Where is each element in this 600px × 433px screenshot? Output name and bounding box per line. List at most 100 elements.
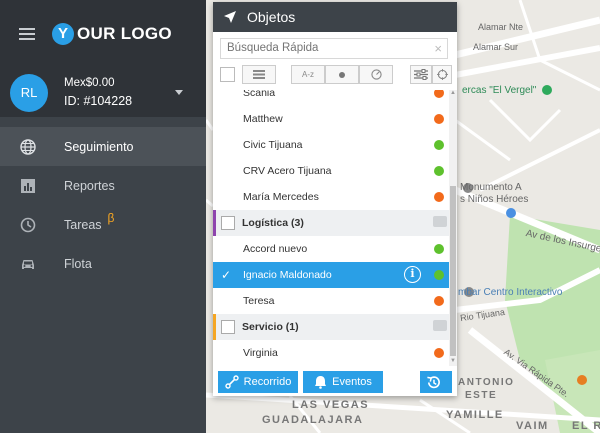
list-item[interactable]: Accord nuevo <box>213 236 449 262</box>
clock-icon <box>20 217 36 232</box>
objects-panel: Objetos × A-z <box>213 2 457 396</box>
logo: Y OUR LOGO <box>52 23 172 45</box>
list-item[interactable]: Virginia <box>213 340 449 366</box>
filter-settings-button[interactable] <box>410 65 432 84</box>
scrollbar[interactable]: ▲ ▼ <box>449 90 457 366</box>
sidebar: Y OUR LOGO RL Mex$0.00 ID: #104228 Segui… <box>0 0 206 433</box>
sidebar-header: Y OUR LOGO RL Mex$0.00 ID: #104228 <box>0 0 206 117</box>
status-dot <box>434 244 444 254</box>
scroll-up-icon[interactable]: ▲ <box>449 90 457 98</box>
list-item[interactable]: CRV Acero Tijuana <box>213 158 449 184</box>
nav-item-reportes[interactable]: Reportes <box>0 166 206 205</box>
object-name: Teresa <box>243 295 275 307</box>
panel-header: Objetos <box>213 2 457 32</box>
map-label: ESTE <box>465 390 498 401</box>
group-header-servicio[interactable]: Servicio (1) <box>213 314 449 340</box>
map-label: Monumento A <box>460 182 522 193</box>
nav-label: Reportes <box>64 178 115 193</box>
group-checkbox[interactable] <box>221 216 235 230</box>
list-item-selected[interactable]: ✓ Ignacio Maldonado i <box>213 262 449 288</box>
route-button[interactable]: Recorrido <box>218 371 298 393</box>
group-name: Logística (3) <box>242 217 304 229</box>
status-dot <box>434 114 444 124</box>
object-name: Civic Tijuana <box>243 139 303 151</box>
nav-label: Tareas β <box>64 210 115 232</box>
sort-time-button[interactable] <box>359 65 393 84</box>
route-icon <box>224 375 239 389</box>
nav-item-flota[interactable]: Flota <box>0 244 206 283</box>
target-button[interactable] <box>432 65 452 84</box>
panel-title: Objetos <box>247 9 296 25</box>
list-item[interactable]: Scania <box>213 90 449 106</box>
object-name: Scania <box>243 90 276 99</box>
scroll-down-icon[interactable]: ▼ <box>449 358 457 366</box>
map-label: Alamar Sur <box>473 42 519 52</box>
list-item[interactable]: María Mercedes <box>213 184 449 210</box>
sort-alpha-button[interactable]: A-z <box>291 65 325 84</box>
map-label: ANTONIO <box>458 377 515 388</box>
list-toolbar: A-z <box>220 64 452 86</box>
crosshair-icon <box>436 69 448 80</box>
account-balance: Mex$0.00 <box>64 77 115 89</box>
list-item[interactable]: Matthew <box>213 106 449 132</box>
map-label: ercas "El Vergel" <box>462 85 537 96</box>
check-icon[interactable]: ✓ <box>221 268 235 282</box>
nav-item-seguimiento[interactable]: Seguimiento <box>0 127 206 166</box>
chevron-down-icon[interactable] <box>175 90 183 95</box>
status-dot <box>434 192 444 202</box>
info-icon[interactable]: i <box>404 266 421 283</box>
message-icon[interactable] <box>433 216 447 227</box>
list-item[interactable]: Teresa <box>213 288 449 314</box>
object-name: Ignacio Maldonado <box>243 269 332 281</box>
map-label: mbar Centro Interactivo <box>458 287 563 298</box>
list-item[interactable]: Civic Tijuana <box>213 132 449 158</box>
status-dot <box>434 348 444 358</box>
map-label: s Niños Héroes <box>460 194 529 205</box>
object-name: Virginia <box>243 347 278 359</box>
navigation-arrow-icon <box>224 11 236 23</box>
nav-label: Flota <box>64 256 92 271</box>
status-dot <box>434 166 444 176</box>
nav-item-tareas[interactable]: Tareas β <box>0 205 206 244</box>
object-name: María Mercedes <box>243 191 319 203</box>
objects-list[interactable]: Scania Matthew Civic Tijuana CRV Acero T… <box>213 90 449 366</box>
scrollbar-thumb[interactable] <box>450 186 456 356</box>
events-icon <box>315 376 327 389</box>
status-dot <box>434 140 444 150</box>
logo-mark: Y <box>52 23 74 45</box>
sliders-icon <box>414 69 428 80</box>
object-name: Matthew <box>243 113 283 125</box>
object-name: Accord nuevo <box>243 243 308 255</box>
dot-icon <box>339 72 345 78</box>
clear-icon[interactable]: × <box>434 39 442 58</box>
list-view-button[interactable] <box>242 65 276 84</box>
menu-icon[interactable] <box>19 28 35 40</box>
message-icon[interactable] <box>433 320 447 331</box>
history-icon <box>427 375 440 388</box>
globe-icon <box>20 138 36 155</box>
events-button[interactable]: Eventos <box>303 371 383 393</box>
account-info[interactable]: Mex$0.00 ID: #104228 <box>64 77 132 108</box>
map-label: YAMILLE <box>446 409 504 421</box>
map-label: Alamar Nte <box>478 22 524 32</box>
group-header-logistica[interactable]: Logística (3) <box>213 210 449 236</box>
search-input[interactable] <box>227 42 427 54</box>
map-label: VAIM <box>516 420 549 432</box>
map-label: GUADALAJARA <box>262 414 364 426</box>
avatar[interactable]: RL <box>10 74 48 112</box>
group-checkbox[interactable] <box>221 320 235 334</box>
select-all-checkbox[interactable] <box>220 67 235 82</box>
status-dot <box>434 270 444 280</box>
group-name: Servicio (1) <box>242 321 299 333</box>
object-name: CRV Acero Tijuana <box>243 165 332 177</box>
sort-status-button[interactable] <box>325 65 359 84</box>
nav-label: Seguimiento <box>64 139 134 154</box>
status-dot <box>434 296 444 306</box>
route-label: Recorrido <box>243 376 292 388</box>
chart-icon <box>21 178 35 193</box>
history-button[interactable] <box>420 371 452 393</box>
status-dot <box>434 90 444 98</box>
gauge-icon <box>370 69 382 80</box>
search-box[interactable]: × <box>220 38 448 59</box>
map-label: EL R <box>572 420 600 432</box>
